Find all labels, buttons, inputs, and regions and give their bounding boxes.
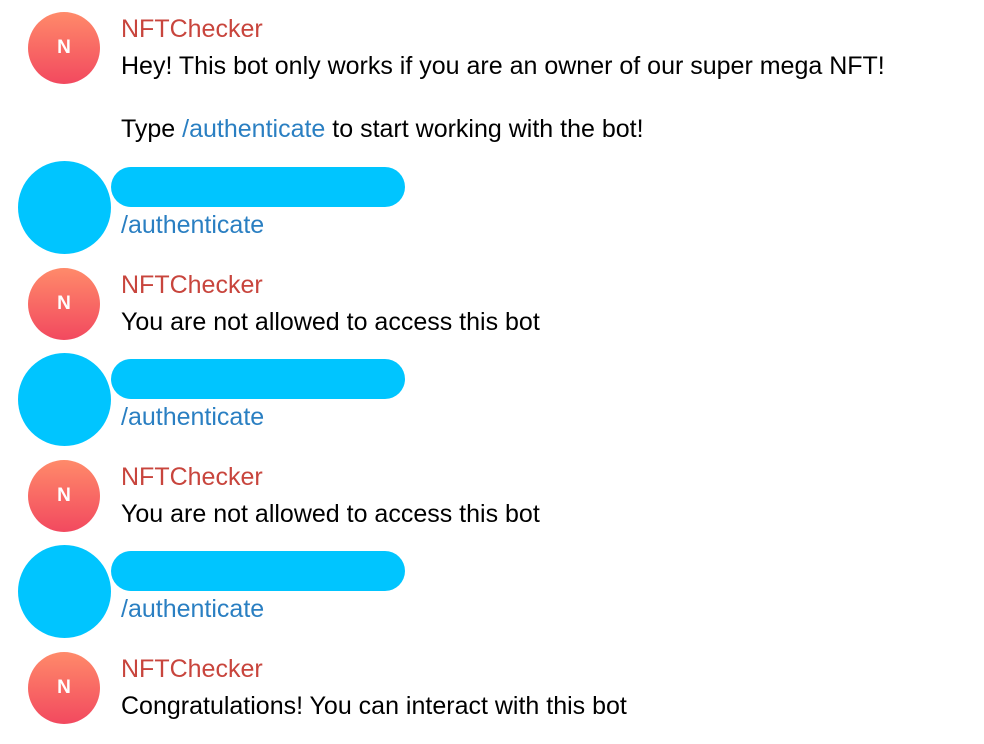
command-link[interactable]: /authenticate [182,115,325,143]
sender-name[interactable]: NFTChecker [121,654,263,684]
sender-name[interactable]: NFTChecker [121,14,263,44]
avatar-initial: N [57,293,71,314]
message-text: Congratulations! You can interact with t… [121,692,627,720]
bot-avatar[interactable]: N [28,268,100,340]
sender-name[interactable]: NFTChecker [121,270,263,300]
avatar-initial: N [57,37,71,58]
message-text-prefix: Type [121,115,183,143]
bot-avatar[interactable]: N [28,460,100,532]
command-link[interactable]: /authenticate [121,594,264,624]
redacted-username [111,167,405,207]
command-link[interactable]: /authenticate [121,210,264,240]
avatar-initial: N [57,677,71,698]
user-avatar[interactable] [18,353,111,446]
user-avatar[interactable] [18,545,111,638]
message-text: You are not allowed to access this bot [121,500,540,528]
command-link[interactable]: /authenticate [121,402,264,432]
message-text: You are not allowed to access this bot [121,308,540,336]
avatar-initial: N [57,485,71,506]
sender-name[interactable]: NFTChecker [121,462,263,492]
user-avatar[interactable] [18,161,111,254]
redacted-username [111,359,405,399]
redacted-username [111,551,405,591]
message-text: Type /authenticate to start working with… [121,114,644,144]
bot-avatar[interactable]: N [28,12,100,84]
message-text-suffix: to start working with the bot! [325,115,644,143]
message-text: Hey! This bot only works if you are an o… [121,52,885,80]
bot-avatar[interactable]: N [28,652,100,724]
